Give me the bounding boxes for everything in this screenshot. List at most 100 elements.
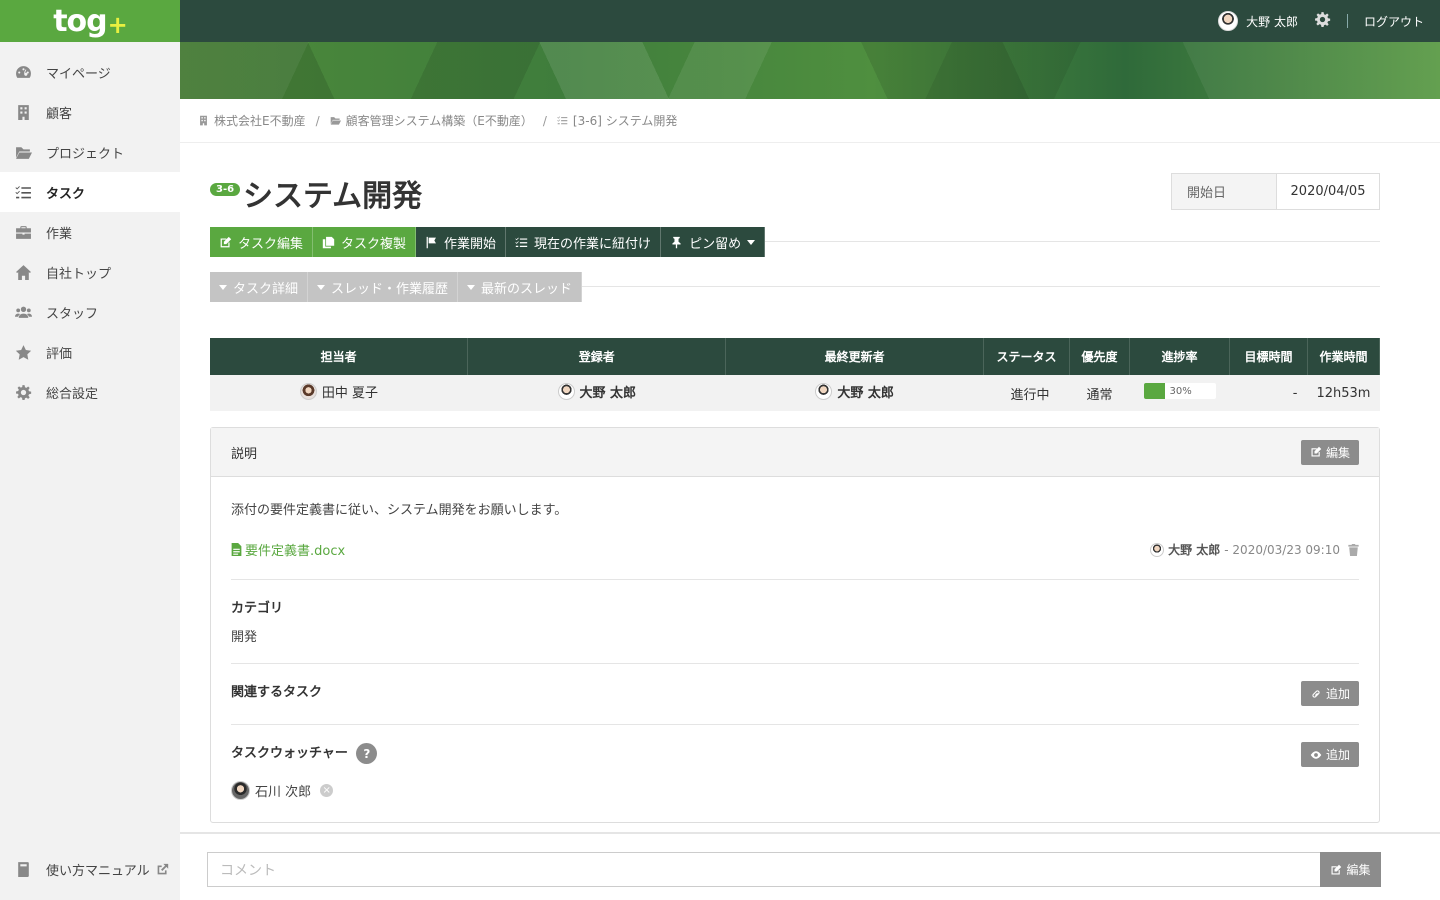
- settings-gear-icon[interactable]: [1314, 11, 1331, 31]
- pin-button[interactable]: ピン留め: [661, 227, 766, 257]
- assignee-user[interactable]: 田中 夏子: [299, 382, 378, 401]
- comment-footer: コメント 編集: [180, 832, 1440, 900]
- progress-bar: 30%: [1143, 383, 1216, 399]
- description-header: 説明 編集: [211, 428, 1379, 477]
- avatar: [299, 383, 317, 400]
- description-panel: 説明 編集 添付の要件定義書に従い、システム開発をお願いします。 要件定義書.d…: [210, 427, 1380, 823]
- breadcrumb-company[interactable]: 株式会社E不動産: [198, 112, 306, 129]
- edit-icon: [1331, 864, 1342, 874]
- sidebar-item-mypage[interactable]: マイページ: [0, 52, 180, 92]
- breadcrumb-task[interactable]: [3-6] システム開発: [557, 112, 677, 129]
- remove-watcher-icon[interactable]: ×: [320, 784, 334, 797]
- category-title: カテゴリ: [231, 601, 284, 616]
- chevron-down-icon: [747, 239, 756, 245]
- caret-down-icon: [219, 284, 227, 290]
- avatar: [815, 383, 833, 400]
- book-icon: [14, 860, 32, 878]
- external-link-icon: [156, 863, 169, 876]
- col-registrant: 登録者: [467, 338, 727, 375]
- breadcrumb-project[interactable]: 顧客管理システム構築（E不動産）: [330, 112, 533, 129]
- description-text: 添付の要件定義書に従い、システム開発をお願いします。: [231, 503, 568, 518]
- watchers-title: タスクウォッチャー: [231, 746, 348, 761]
- building-icon: [14, 103, 32, 121]
- caret-down-icon: [467, 284, 476, 290]
- edit-icon: [1311, 446, 1322, 457]
- attachment-row: 要件定義書.docx 大野 太郎 - 2020/03/23 09:10: [231, 540, 1359, 580]
- tasks-icon: [515, 237, 528, 247]
- divider: [1346, 14, 1348, 28]
- related-tasks-section: 関連するタスク 追加: [231, 664, 1359, 725]
- sidebar-item-evaluation[interactable]: 評価: [0, 332, 180, 372]
- main-content: 3-6 システム開発 開始日 2020/04/05 タスク編集 タスク複製 作業…: [210, 143, 1381, 823]
- avatar: [1150, 542, 1165, 557]
- users-icon: [14, 303, 32, 321]
- avatar: [231, 781, 250, 800]
- app-logo[interactable]: tog +: [0, 0, 180, 42]
- start-date-value: 2020/04/05: [1290, 184, 1366, 199]
- dashboard-icon: [14, 63, 32, 81]
- star-icon: [14, 343, 32, 361]
- comment-edit-button[interactable]: 編集: [1320, 852, 1381, 887]
- add-watcher-button[interactable]: 追加: [1300, 742, 1359, 767]
- updater-user[interactable]: 大野 太郎: [815, 382, 894, 401]
- avatar: [1218, 11, 1239, 31]
- col-updater: 最終更新者: [725, 338, 985, 375]
- flag-icon: [426, 236, 436, 248]
- watchers-section: タスクウォッチャー ? 追加 石川 次郎 ×: [231, 725, 1359, 822]
- tasks-icon: [14, 183, 32, 201]
- edit-icon: [220, 236, 232, 247]
- gear-icon: [14, 383, 32, 401]
- sidebar-item-settings[interactable]: 総合設定: [0, 372, 180, 412]
- user-menu[interactable]: 大野 太郎: [1218, 11, 1298, 31]
- pin-icon: [672, 236, 681, 248]
- link-current-work-button[interactable]: 現在の作業に紐付け: [506, 227, 662, 257]
- action-toolbar: タスク編集 タスク複製 作業開始 現在の作業に紐付け ピン留め: [210, 227, 1380, 257]
- caret-down-icon: [317, 284, 326, 290]
- home-icon: [14, 263, 32, 281]
- start-work-button[interactable]: 作業開始: [416, 227, 507, 257]
- attachment-link[interactable]: 要件定義書.docx: [231, 540, 345, 559]
- sidebar-item-home[interactable]: 自社トップ: [0, 252, 180, 292]
- task-info-table: 担当者 登録者 最終更新者 ステータス 優先度 進捗率 目標時間 作業時間 田中…: [210, 338, 1381, 411]
- edit-description-button[interactable]: 編集: [1300, 439, 1359, 465]
- sidebar-item-customers[interactable]: 顧客: [0, 92, 180, 132]
- file-icon: [231, 543, 242, 556]
- description-title: 説明: [231, 446, 258, 462]
- progress-fill: [1143, 383, 1166, 399]
- col-assignee: 担当者: [210, 338, 469, 375]
- col-priority: 優先度: [1069, 338, 1131, 375]
- comment-input[interactable]: コメント: [207, 852, 1321, 887]
- task-number-badge: 3-6: [210, 183, 241, 196]
- status-cell: 進行中: [983, 375, 1070, 411]
- trash-icon[interactable]: [1348, 543, 1359, 556]
- sidebar-item-tasks[interactable]: タスク: [0, 172, 180, 212]
- page-title: システム開発: [243, 179, 423, 214]
- copy-task-button[interactable]: タスク複製: [313, 227, 417, 257]
- work-time-cell: 12h53m: [1307, 375, 1380, 411]
- start-date-label: 開始日: [1172, 174, 1277, 209]
- toggle-task-detail[interactable]: タスク詳細: [210, 272, 309, 302]
- add-related-task-button[interactable]: 追加: [1300, 681, 1359, 706]
- attachment-meta: 大野 太郎 - 2020/03/23 09:10: [1150, 541, 1359, 558]
- toggle-toolbar: タスク詳細 スレッド・作業履歴 最新のスレッド: [210, 272, 1380, 302]
- header-banner: [180, 42, 1440, 99]
- category-section: カテゴリ 開発: [231, 580, 1359, 664]
- col-status: ステータス: [983, 338, 1071, 375]
- toggle-thread-history[interactable]: スレッド・作業履歴: [308, 272, 459, 302]
- link-icon: [1312, 689, 1320, 698]
- eye-icon: [1310, 750, 1322, 759]
- logout-link[interactable]: ログアウト: [1364, 13, 1424, 30]
- sidebar-item-staff[interactable]: スタッフ: [0, 292, 180, 332]
- table-header-row: 担当者 登録者 最終更新者 ステータス 優先度 進捗率 目標時間 作業時間: [210, 338, 1381, 375]
- manual-link[interactable]: 使い方マニュアル: [0, 854, 180, 884]
- sidebar-item-projects[interactable]: プロジェクト: [0, 132, 180, 172]
- toggle-latest-thread[interactable]: 最新のスレッド: [458, 272, 583, 302]
- help-icon[interactable]: ?: [356, 743, 378, 764]
- table-row: 田中 夏子 大野 太郎 大野 太郎 進行中 通常 30% - 12h53m: [210, 375, 1380, 411]
- avatar: [557, 383, 575, 400]
- sidebar-item-work[interactable]: 作業: [0, 212, 180, 252]
- edit-task-button[interactable]: タスク編集: [210, 227, 314, 257]
- registrant-user[interactable]: 大野 太郎: [557, 382, 636, 401]
- folder-icon: [14, 143, 32, 161]
- target-time-cell: -: [1229, 375, 1308, 411]
